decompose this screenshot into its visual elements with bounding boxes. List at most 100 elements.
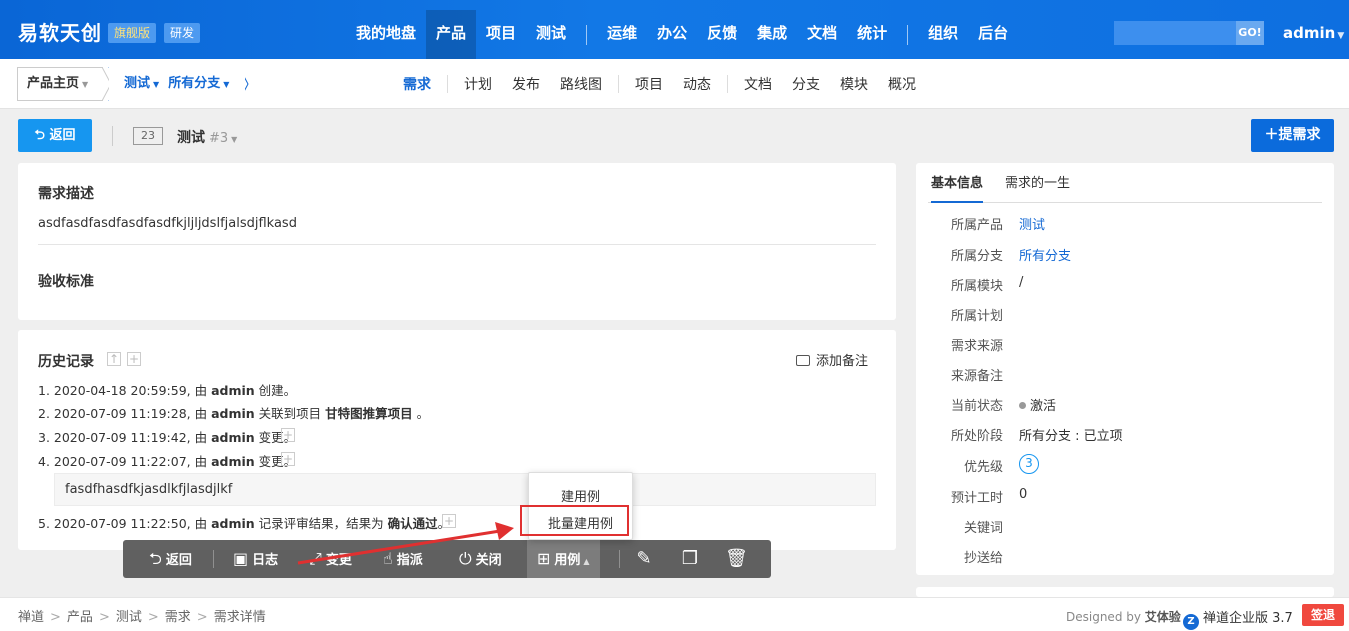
field-label: 关键词 bbox=[963, 521, 1003, 536]
field-product-link[interactable]: 测试 bbox=[1019, 214, 1045, 233]
user-name: admin bbox=[1283, 24, 1336, 42]
expand-change-icon[interactable]: + bbox=[442, 514, 456, 528]
subnav-divider bbox=[727, 75, 728, 93]
nav-divider bbox=[586, 24, 588, 45]
field-priority-value: 3 bbox=[1019, 454, 1039, 474]
field-status-value: 激活 bbox=[1019, 395, 1056, 414]
nav-product[interactable]: 产品 bbox=[426, 10, 477, 59]
subnav-release[interactable]: 发布 bbox=[502, 74, 550, 94]
back-button[interactable]: ⮌ 返回 bbox=[18, 119, 92, 152]
info-tabs: 基本信息 需求的一生 bbox=[928, 173, 1322, 203]
subnav-doc[interactable]: 文档 bbox=[734, 74, 782, 94]
subnav-story[interactable]: 需求 bbox=[393, 74, 441, 94]
product-version[interactable]: Z 禅道企业版 3.7 bbox=[1183, 607, 1293, 630]
search-go-button[interactable]: GO! bbox=[1236, 21, 1264, 45]
main-nav: 我的地盘 产品 项目 测试 运维 办公 反馈 集成 文档 统计 组织 后台 bbox=[346, 10, 1018, 59]
subnav-overview[interactable]: 概况 bbox=[878, 74, 926, 94]
field-label: 所属分支 bbox=[950, 249, 1003, 264]
menu-item-create-case[interactable]: 建用例 bbox=[529, 486, 632, 505]
comment-icon bbox=[796, 355, 810, 366]
footer-crumb[interactable]: 禅道 bbox=[18, 610, 44, 625]
tab-basic-info[interactable]: 基本信息 bbox=[931, 173, 984, 203]
field-label: 抄送给 bbox=[963, 551, 1003, 566]
subnav-branch[interactable]: 分支 bbox=[782, 74, 830, 94]
footer-crumb[interactable]: 产品 bbox=[67, 610, 93, 625]
secondary-card bbox=[916, 587, 1334, 597]
sitemap-icon: ⊞ bbox=[537, 549, 551, 568]
footer-crumb[interactable]: 测试 bbox=[116, 610, 142, 625]
field-branch-link[interactable]: 所有分支 bbox=[1019, 245, 1071, 264]
history-card: 历史记录 ↑ + 添加备注 1. 2020-04-18 20:59:59, 由 … bbox=[18, 330, 896, 550]
toolbar-assign-button[interactable]: ☝ 指派 bbox=[383, 540, 423, 578]
story-id-badge: 23 bbox=[133, 127, 163, 145]
subnav-divider bbox=[618, 75, 619, 93]
plus-icon: ＋ bbox=[1264, 127, 1279, 143]
field-label: 所处阶段 bbox=[950, 429, 1003, 444]
expand-all-icon[interactable]: + bbox=[127, 352, 141, 366]
subnav-divider bbox=[447, 75, 448, 93]
nav-project[interactable]: 项目 bbox=[476, 10, 526, 59]
field-label: 当前状态 bbox=[950, 399, 1003, 414]
toolbar-back-button[interactable]: ⮌ 返回 bbox=[149, 540, 192, 578]
basic-info-card: 基本信息 需求的一生 所属产品 测试 所属分支 所有分支 所属模块 / 所属计划… bbox=[916, 163, 1334, 575]
user-menu[interactable]: admin ▼ bbox=[1283, 24, 1344, 42]
footer-crumb[interactable]: 需求 bbox=[165, 610, 191, 625]
nav-ops[interactable]: 运维 bbox=[597, 10, 647, 59]
subnav-dynamic[interactable]: 动态 bbox=[673, 74, 721, 94]
field-label: 优先级 bbox=[963, 460, 1003, 475]
trash-icon[interactable]: 🗑 bbox=[725, 548, 748, 570]
subnav-roadmap[interactable]: 路线图 bbox=[550, 74, 612, 94]
edit-icon[interactable]: ✎ bbox=[633, 548, 655, 570]
chevron-up-icon: ▲ bbox=[583, 557, 590, 566]
nav-integration[interactable]: 集成 bbox=[747, 10, 797, 59]
history-entry: 2. 2020-07-09 11:19:28, 由 admin 关联到项目 甘特… bbox=[38, 406, 430, 421]
expand-change-icon[interactable]: + bbox=[281, 428, 295, 442]
toolbar-change-button[interactable]: ⤢ 变更 bbox=[309, 540, 352, 578]
expand-change-icon[interactable]: + bbox=[281, 452, 295, 466]
field-label: 来源备注 bbox=[950, 369, 1003, 384]
toolbar-log-button[interactable]: ▣ 日志 bbox=[233, 540, 278, 578]
nav-my[interactable]: 我的地盘 bbox=[346, 10, 426, 59]
nav-stats[interactable]: 统计 bbox=[847, 10, 897, 59]
chevron-down-icon: ▼ bbox=[231, 135, 238, 144]
dev-badge: 研发 bbox=[164, 23, 201, 43]
history-entry: 5. 2020-07-09 11:22:50, 由 admin 记录评审结果，结… bbox=[38, 516, 451, 531]
copy-icon[interactable]: ❐ bbox=[679, 548, 701, 570]
arrow-up-icon[interactable]: ↑ bbox=[107, 352, 121, 366]
highlight-box bbox=[520, 505, 629, 536]
field-stage-value: 所有分支 : 已立项 bbox=[1019, 429, 1123, 444]
toolbar-case-button[interactable]: ⊞ 用例 ▲ bbox=[527, 540, 600, 578]
subnav-project[interactable]: 项目 bbox=[625, 74, 673, 94]
crumb-product-label: 测试 bbox=[124, 76, 151, 91]
history-entry: 1. 2020-04-18 20:59:59, 由 admin 创建。 bbox=[38, 383, 297, 398]
change-icon: ⤢ bbox=[309, 549, 322, 568]
field-module-value: / bbox=[1019, 275, 1024, 290]
top-header: 易软天创 旗舰版 研发 我的地盘 产品 项目 测试 运维 办公 反馈 集成 文档… bbox=[0, 0, 1349, 59]
tab-story-life[interactable]: 需求的一生 bbox=[1005, 173, 1070, 203]
signout-button[interactable]: 签退 bbox=[1302, 604, 1344, 626]
story-title[interactable]: 测试 #3 ▼ bbox=[177, 127, 237, 147]
subnav-plan[interactable]: 计划 bbox=[454, 74, 502, 94]
nav-feedback[interactable]: 反馈 bbox=[697, 10, 747, 59]
add-story-button[interactable]: ＋提需求 bbox=[1251, 119, 1334, 152]
crumb-product-home[interactable]: 产品主页 ▼ bbox=[17, 67, 103, 101]
toolbar-divider bbox=[619, 550, 620, 568]
chevron-down-icon: ▼ bbox=[223, 80, 230, 89]
subnav-module[interactable]: 模块 bbox=[830, 74, 878, 94]
footer: 禅道 > 产品 > 测试 > 需求 > 需求详情 Designed by 艾体验 Z 禅道企业版 … bbox=[0, 597, 1349, 631]
history-entry: 3. 2020-07-09 11:19:42, 由 admin 变更。 bbox=[38, 430, 297, 445]
crumb-product-branch[interactable]: 测试 ▼ 所有分支 ▼ bbox=[109, 67, 245, 101]
history-comment: fasdfhasdfkjasdlkfjlasdjlkf bbox=[54, 473, 876, 506]
history-entry: 4. 2020-07-09 11:22:07, 由 admin 变更。 bbox=[38, 454, 297, 469]
nav-org[interactable]: 组织 bbox=[918, 10, 968, 59]
toolbar-close-button[interactable]: ⏻ 关闭 bbox=[459, 540, 502, 578]
nav-admin[interactable]: 后台 bbox=[968, 10, 1018, 59]
search-input[interactable] bbox=[1114, 21, 1236, 45]
chevron-down-icon: ▼ bbox=[1337, 31, 1345, 41]
nav-doc[interactable]: 文档 bbox=[797, 10, 847, 59]
field-label: 所属模块 bbox=[950, 279, 1003, 294]
brand-name[interactable]: 易软天创 bbox=[18, 17, 102, 46]
add-note-button[interactable]: 添加备注 bbox=[796, 350, 868, 369]
nav-test[interactable]: 测试 bbox=[526, 10, 576, 59]
nav-office[interactable]: 办公 bbox=[647, 10, 697, 59]
